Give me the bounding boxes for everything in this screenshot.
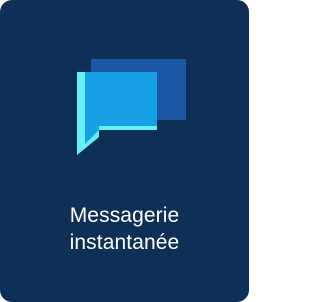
instant-messaging-tile[interactable]: Messagerie instantanée xyxy=(0,0,249,302)
tile-label-line2: instantanée xyxy=(69,231,180,254)
chat-bubbles-icon xyxy=(75,54,195,174)
tile-label: Messagerie instantanée xyxy=(0,202,249,256)
tile-label-line1: Messagerie xyxy=(69,204,180,227)
